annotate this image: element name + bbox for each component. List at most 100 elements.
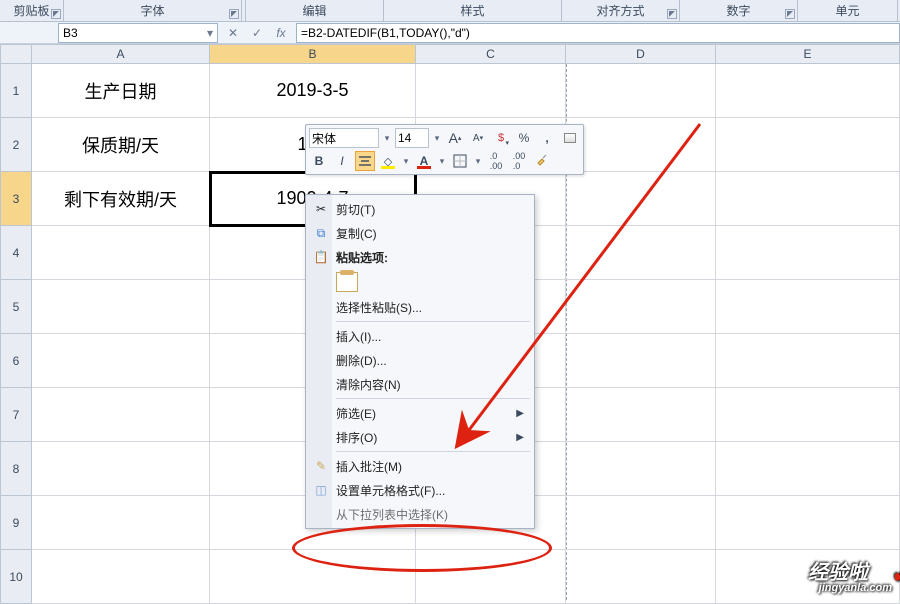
- font-family-dropdown-icon[interactable]: ▾: [382, 133, 392, 144]
- cell[interactable]: [566, 388, 716, 442]
- accounting-format-button[interactable]: $▾: [491, 128, 511, 148]
- font-color-button[interactable]: A: [414, 151, 434, 171]
- column-header[interactable]: B: [210, 44, 416, 64]
- cell[interactable]: [716, 388, 900, 442]
- align-center-button[interactable]: [355, 151, 375, 171]
- cell[interactable]: [32, 226, 210, 280]
- cell[interactable]: [32, 388, 210, 442]
- italic-button[interactable]: I: [332, 151, 352, 171]
- cell[interactable]: [32, 496, 210, 550]
- row-header[interactable]: 5: [0, 280, 32, 334]
- menu-format-cells[interactable]: ◫ 设置单元格格式(F)...: [308, 478, 532, 502]
- ribbon-group: 对齐方式: [562, 0, 680, 21]
- cell[interactable]: [566, 334, 716, 388]
- cancel-formula-icon[interactable]: ✕: [224, 26, 242, 40]
- cell[interactable]: [416, 550, 566, 604]
- cell[interactable]: [32, 442, 210, 496]
- cell[interactable]: [566, 172, 716, 226]
- cell[interactable]: [716, 118, 900, 172]
- ribbon-group: 样式: [384, 0, 562, 21]
- menu-cut[interactable]: ✂ 剪切(T): [308, 197, 532, 221]
- cell[interactable]: 生产日期: [32, 64, 210, 118]
- cell[interactable]: [566, 550, 716, 604]
- fill-color-button[interactable]: ◇: [378, 151, 398, 171]
- borders-button[interactable]: [450, 151, 470, 171]
- font-family-select[interactable]: 宋体: [309, 128, 379, 148]
- name-box[interactable]: B3 ▾: [58, 23, 218, 43]
- font-size-dropdown-icon[interactable]: ▾: [432, 133, 442, 144]
- percent-button[interactable]: %: [514, 128, 534, 148]
- cell[interactable]: [716, 280, 900, 334]
- context-menu: ✂ 剪切(T) ⧉ 复制(C) 📋 粘贴选项: 选择性粘贴(S)... 插入(I…: [305, 194, 535, 529]
- borders-dropdown-icon[interactable]: ▾: [473, 156, 483, 167]
- cell[interactable]: [716, 442, 900, 496]
- menu-clear[interactable]: 清除内容(N): [308, 372, 532, 396]
- decrease-decimal-button[interactable]: .00.0: [509, 151, 529, 171]
- column-header[interactable]: D: [566, 44, 716, 64]
- cell[interactable]: 剩下有效期/天: [32, 172, 210, 226]
- menu-filter[interactable]: 筛选(E)▶: [308, 401, 532, 425]
- row-header[interactable]: 9: [0, 496, 32, 550]
- column-header[interactable]: A: [32, 44, 210, 64]
- menu-delete[interactable]: 删除(D)...: [308, 348, 532, 372]
- menu-insert-comment[interactable]: ✎ 插入批注(M): [308, 454, 532, 478]
- row-header[interactable]: 10: [0, 550, 32, 604]
- dialog-launcher-icon[interactable]: [229, 9, 239, 19]
- column-header[interactable]: E: [716, 44, 900, 64]
- menu-insert[interactable]: 插入(I)...: [308, 324, 532, 348]
- cell[interactable]: [566, 64, 716, 118]
- cell[interactable]: 2019-3-5: [210, 64, 416, 118]
- row-header[interactable]: 6: [0, 334, 32, 388]
- row-header[interactable]: 3: [0, 172, 32, 226]
- menu-sort[interactable]: 排序(O)▶: [308, 425, 532, 449]
- font-color-dropdown-icon[interactable]: ▾: [437, 156, 447, 167]
- menu-paste-special[interactable]: 选择性粘贴(S)...: [308, 295, 532, 319]
- select-all-corner[interactable]: [0, 44, 32, 64]
- cell[interactable]: [32, 334, 210, 388]
- row-header[interactable]: 1: [0, 64, 32, 118]
- cell[interactable]: [716, 64, 900, 118]
- cell[interactable]: [566, 442, 716, 496]
- cell[interactable]: [716, 172, 900, 226]
- cell[interactable]: [210, 550, 416, 604]
- cell[interactable]: [716, 226, 900, 280]
- menu-pick-from-list[interactable]: 从下拉列表中选择(K): [308, 502, 532, 526]
- grow-font-button[interactable]: A▴: [445, 128, 465, 148]
- cell[interactable]: [566, 280, 716, 334]
- cell[interactable]: [32, 550, 210, 604]
- dialog-launcher-icon[interactable]: [51, 9, 61, 19]
- font-size-select[interactable]: 14: [395, 128, 429, 148]
- bold-button[interactable]: B: [309, 151, 329, 171]
- accept-formula-icon[interactable]: ✓: [248, 26, 266, 40]
- submenu-arrow-icon: ▶: [516, 432, 524, 443]
- name-box-dropdown-icon[interactable]: ▾: [207, 26, 213, 40]
- row-header[interactable]: 8: [0, 442, 32, 496]
- paste-option-values[interactable]: [308, 269, 532, 295]
- cell[interactable]: [566, 496, 716, 550]
- format-painter-button[interactable]: [532, 151, 552, 171]
- menu-copy[interactable]: ⧉ 复制(C): [308, 221, 532, 245]
- cell[interactable]: [416, 64, 566, 118]
- fx-icon[interactable]: fx: [272, 26, 290, 40]
- cell[interactable]: [716, 334, 900, 388]
- cell[interactable]: [566, 226, 716, 280]
- cell[interactable]: [32, 280, 210, 334]
- fill-color-dropdown-icon[interactable]: ▾: [401, 156, 411, 167]
- checkmark-icon: ✓: [889, 559, 900, 589]
- comma-style-button[interactable]: ,: [537, 128, 557, 148]
- cell[interactable]: 保质期/天: [32, 118, 210, 172]
- formula-text: =B2-DATEDIF(B1,TODAY(),"d"): [301, 26, 470, 40]
- row-header[interactable]: 4: [0, 226, 32, 280]
- dialog-launcher-icon[interactable]: [785, 9, 795, 19]
- paste-icon: 📋: [312, 248, 330, 266]
- cell[interactable]: [716, 496, 900, 550]
- formula-bar[interactable]: =B2-DATEDIF(B1,TODAY(),"d"): [296, 23, 900, 43]
- cell[interactable]: [566, 118, 716, 172]
- increase-decimal-button[interactable]: .0.00: [486, 151, 506, 171]
- cell-styles-button[interactable]: [560, 128, 580, 148]
- row-header[interactable]: 7: [0, 388, 32, 442]
- shrink-font-button[interactable]: A▾: [468, 128, 488, 148]
- row-header[interactable]: 2: [0, 118, 32, 172]
- dialog-launcher-icon[interactable]: [667, 9, 677, 19]
- column-header[interactable]: C: [416, 44, 566, 64]
